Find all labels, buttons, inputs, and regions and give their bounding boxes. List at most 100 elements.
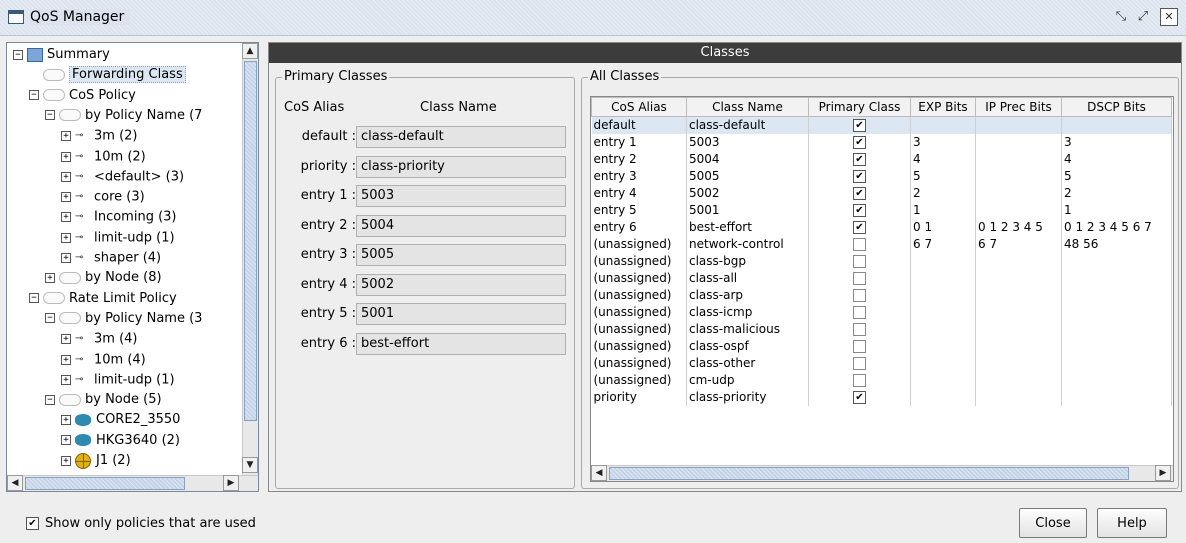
primary-class-checkbox[interactable]: [853, 289, 866, 302]
table-row[interactable]: entry 1 5003 ✔ 3 3: [591, 133, 1172, 151]
show-used-option[interactable]: ✔ Show only policies that are used: [26, 516, 256, 531]
tree-item[interactable]: + ⊸ 10m (4): [61, 350, 146, 370]
table-row[interactable]: (unassigned) class-icmp: [591, 303, 1172, 321]
tree-item[interactable]: + ⊸ limit-udp (1): [61, 228, 175, 248]
tree-scroll-thumb[interactable]: [244, 61, 257, 421]
tree-item[interactable]: − by Policy Name (3: [45, 309, 202, 329]
table-scroll-left-icon[interactable]: ◀: [591, 465, 607, 481]
tree-item[interactable]: − by Policy Name (7: [45, 106, 202, 126]
all-classes-table[interactable]: CoS Alias Class Name Primary Class EXP Bits…: [591, 97, 1172, 406]
tree-item[interactable]: + ⊸ core (3): [61, 187, 145, 207]
column-header[interactable]: Class Name: [686, 97, 809, 117]
tree-item[interactable]: + CORE2_3550: [61, 410, 180, 430]
table-row[interactable]: (unassigned) class-arp: [591, 286, 1172, 304]
table-hscroll-thumb[interactable]: [609, 467, 1129, 480]
table-row[interactable]: priority class-priority ✔: [591, 388, 1172, 406]
expand-icon[interactable]: +: [45, 272, 55, 283]
tree-item[interactable]: + ⊸ 3m (4): [61, 329, 137, 349]
tree-item[interactable]: Forwarding Class: [29, 65, 186, 85]
primary-class-checkbox[interactable]: [853, 340, 866, 353]
primary-class-checkbox[interactable]: ✔: [853, 170, 866, 183]
tree-item[interactable]: + by Node (8): [45, 268, 162, 288]
tree-horizontal-scrollbar[interactable]: ◀ ▶: [7, 475, 258, 491]
table-row[interactable]: (unassigned) class-other: [591, 354, 1172, 372]
expand-icon[interactable]: +: [61, 212, 71, 223]
scroll-down-icon[interactable]: ▼: [242, 457, 258, 473]
table-row[interactable]: (unassigned) class-all: [591, 269, 1172, 287]
expand-icon[interactable]: +: [61, 334, 71, 345]
close-button[interactable]: Close: [1019, 508, 1087, 538]
tree-item[interactable]: + ⊸ limit-udp (1): [61, 370, 175, 390]
collapse-icon[interactable]: −: [45, 394, 55, 405]
tree-item[interactable]: − Rate Limit Policy: [29, 289, 177, 309]
tree-hscroll-thumb[interactable]: [25, 477, 185, 490]
primary-class-checkbox[interactable]: [853, 238, 866, 251]
collapse-icon[interactable]: −: [45, 110, 55, 121]
table-row[interactable]: entry 5 5001 ✔ 1 1: [591, 201, 1172, 219]
tree-item[interactable]: + HKG3640 (2): [61, 431, 180, 451]
expand-icon[interactable]: +: [61, 414, 71, 425]
tree-vertical-scrollbar[interactable]: ▲ ▼: [242, 43, 258, 475]
maximize-icon[interactable]: ⤢: [1134, 8, 1152, 26]
help-button[interactable]: Help: [1097, 508, 1167, 538]
primary-class-checkbox[interactable]: [853, 306, 866, 319]
table-row[interactable]: entry 3 5005 ✔ 5 5: [591, 167, 1172, 185]
close-window-icon[interactable]: ✕: [1160, 8, 1178, 26]
column-header[interactable]: Primary Class: [808, 97, 911, 117]
expand-icon[interactable]: +: [61, 151, 71, 162]
table-row[interactable]: (unassigned) network-control 6 76 7 48 56: [591, 235, 1172, 253]
policy-tree[interactable]: − Summary Forwarding Class − CoS Policy − by P…: [6, 42, 259, 492]
table-row[interactable]: entry 6 best-effort ✔ 0 10 1 2 3 4 50 1 2 3…: [591, 218, 1172, 236]
primary-class-checkbox[interactable]: ✔: [853, 391, 866, 404]
expand-icon[interactable]: +: [61, 435, 71, 446]
column-header[interactable]: CoS Alias: [591, 97, 687, 117]
primary-class-checkbox[interactable]: ✔: [853, 221, 866, 234]
expand-icon[interactable]: +: [61, 253, 71, 263]
tree-item[interactable]: − Summary: [13, 45, 110, 65]
table-row[interactable]: (unassigned) class-bgp: [591, 252, 1172, 270]
primary-class-checkbox[interactable]: [853, 374, 866, 387]
primary-class-checkbox[interactable]: [853, 323, 866, 336]
table-scroll-right-icon[interactable]: ▶: [1155, 465, 1171, 481]
table-row[interactable]: entry 2 5004 ✔ 4 4: [591, 150, 1172, 168]
column-header[interactable]: IP Prec Bits: [975, 97, 1062, 117]
tree-item[interactable]: + J1 (2): [61, 451, 131, 471]
minimize-icon[interactable]: ⤡: [1112, 8, 1130, 26]
table-row[interactable]: (unassigned) class-ospf: [591, 337, 1172, 355]
tree-item[interactable]: − by Node (5): [45, 390, 162, 410]
primary-class-checkbox[interactable]: [853, 272, 866, 285]
primary-class-checkbox[interactable]: ✔: [853, 153, 866, 166]
tree-item[interactable]: + ⊸ shaper (4): [61, 248, 161, 268]
scroll-left-icon[interactable]: ◀: [7, 475, 23, 491]
scroll-up-icon[interactable]: ▲: [242, 43, 258, 59]
table-horizontal-scrollbar[interactable]: ◀ ▶: [591, 465, 1173, 481]
table-row[interactable]: entry 4 5002 ✔ 2 2: [591, 184, 1172, 202]
primary-class-checkbox[interactable]: ✔: [853, 187, 866, 200]
expand-icon[interactable]: +: [61, 171, 71, 182]
tree-item[interactable]: + ⊸ 3m (2): [61, 126, 137, 146]
expand-icon[interactable]: +: [61, 354, 71, 365]
column-header[interactable]: DSCP Bits: [1061, 97, 1172, 117]
expand-icon[interactable]: +: [61, 232, 71, 243]
table-row[interactable]: (unassigned) cm-udp: [591, 371, 1172, 389]
collapse-icon[interactable]: −: [13, 49, 23, 60]
primary-class-checkbox[interactable]: [853, 357, 866, 370]
scroll-right-icon[interactable]: ▶: [223, 475, 239, 491]
primary-class-checkbox[interactable]: ✔: [853, 119, 866, 133]
tree-item[interactable]: + ⊸ Incoming (3): [61, 207, 177, 227]
expand-icon[interactable]: +: [61, 131, 71, 142]
show-used-checkbox[interactable]: ✔: [26, 517, 39, 530]
tree-item[interactable]: + ⊸ <default> (3): [61, 167, 184, 187]
primary-class-checkbox[interactable]: ✔: [853, 136, 866, 149]
collapse-icon[interactable]: −: [45, 313, 55, 324]
column-header[interactable]: EXP Bits: [910, 97, 976, 117]
primary-class-checkbox[interactable]: ✔: [853, 204, 866, 217]
collapse-icon[interactable]: −: [29, 90, 39, 101]
expand-icon[interactable]: +: [61, 455, 71, 466]
collapse-icon[interactable]: −: [29, 293, 39, 304]
table-row[interactable]: (unassigned) class-malicious: [591, 320, 1172, 338]
primary-class-checkbox[interactable]: [853, 255, 866, 268]
tree-item[interactable]: + ⊸ 10m (2): [61, 147, 146, 167]
table-row[interactable]: default class-default ✔: [591, 116, 1172, 134]
expand-icon[interactable]: +: [61, 374, 71, 385]
